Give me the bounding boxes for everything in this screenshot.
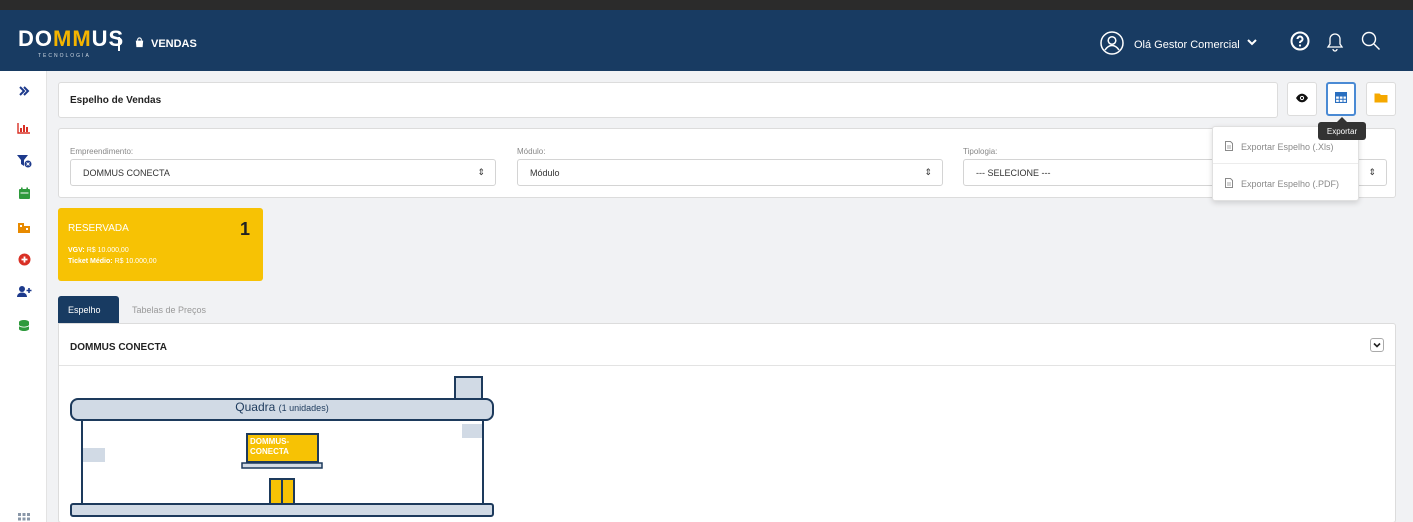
unit-dommus-conecta[interactable]: DOMMUS-CONECTA [246,433,319,463]
eye-icon [1295,90,1309,108]
select-arrows-icon: ⇕ [1368,167,1376,177]
search-icon[interactable] [1361,31,1381,56]
filter-icon[interactable] [14,151,34,171]
user-circle-icon[interactable] [1100,31,1124,55]
view-button[interactable] [1287,82,1317,116]
dommus-logo[interactable]: DOMMUS [18,26,124,52]
money-icon[interactable] [14,315,34,335]
empreendimento-select[interactable]: DOMMUS CONECTA ⇕ [70,159,496,186]
help-icon[interactable] [1290,31,1310,56]
modulo-label: Módulo: [517,147,546,156]
logo-subtitle: TECNOLOGIA [38,53,91,59]
filter-card: Empreendimento: DOMMUS CONECTA ⇕ Módulo:… [58,128,1396,198]
empreendimento-value: DOMMUS CONECTA [83,168,170,178]
page-title-card: Espelho de Vendas [58,82,1278,118]
sidebar [0,71,47,522]
empreendimento-label: Empreendimento: [70,147,134,156]
add-user-icon[interactable] [14,281,34,301]
shopping-bag-icon [134,37,145,51]
dropdown-divider [1213,163,1358,164]
empreendimento-title: DOMMUS CONECTA [70,342,168,353]
plus-circle-icon[interactable] [14,249,34,269]
chevron-down-icon[interactable] [1246,35,1258,51]
modulo-select[interactable]: Módulo ⇕ [517,159,943,186]
chevron-down-icon [1373,342,1381,348]
user-greeting[interactable]: Olá Gestor Comercial [1134,39,1240,51]
module-label: VENDAS [151,38,197,50]
export-xls-label: Exportar Espelho (.Xls) [1241,142,1334,152]
apps-icon[interactable] [14,509,34,522]
modulo-value: Módulo [530,168,560,178]
status-title: RESERVADA [68,223,129,234]
status-count: 1 [239,219,250,239]
espelho-card: DOMMUS CONECTA [58,323,1396,522]
export-button[interactable] [1326,82,1356,116]
page-title: Espelho de Vendas [70,95,162,106]
status-vgv: VGV: R$ 10.000,00 [68,247,129,254]
logo-separator [118,37,120,51]
status-card-reservada[interactable]: RESERVADA 1 VGV: R$ 10.000,00 Ticket Méd… [58,208,263,281]
export-pdf-label: Exportar Espelho (.PDF) [1241,179,1340,189]
bell-icon[interactable] [1326,32,1344,57]
collapse-button[interactable] [1370,338,1384,352]
export-xls-item[interactable]: Exportar Espelho (.Xls) [1225,141,1334,153]
file-icon [1225,178,1233,190]
tipologia-label: Tipologia: [963,147,998,156]
select-arrows-icon: ⇕ [924,167,932,177]
expand-icon[interactable] [14,81,34,101]
tab-tabelas-de-precos[interactable]: Tabelas de Preços [122,296,216,323]
window-top-strip [0,0,1413,10]
export-pdf-item[interactable]: Exportar Espelho (.PDF) [1225,178,1339,190]
status-ticket: Ticket Médio: R$ 10.000,00 [68,258,157,265]
select-arrows-icon: ⇕ [477,167,485,177]
quadra-label: Quadra (1 unidades) [235,400,329,414]
table-icon [1334,90,1348,108]
module-name: VENDAS [134,37,197,51]
file-icon [1225,141,1233,153]
chart-icon[interactable] [14,118,34,138]
building-icon[interactable] [14,217,34,237]
folder-icon [1374,90,1388,108]
folder-button[interactable] [1366,82,1396,116]
tab-espelho[interactable]: Espelho [58,296,119,323]
calendar-icon[interactable] [14,183,34,203]
espelho-card-header: DOMMUS CONECTA [59,324,1395,366]
tipologia-value: --- SELECIONE --- [976,168,1051,178]
top-navbar: DOMMUS TECNOLOGIA VENDAS Olá Gestor Come… [0,10,1413,71]
export-tooltip: Exportar [1318,117,1366,140]
